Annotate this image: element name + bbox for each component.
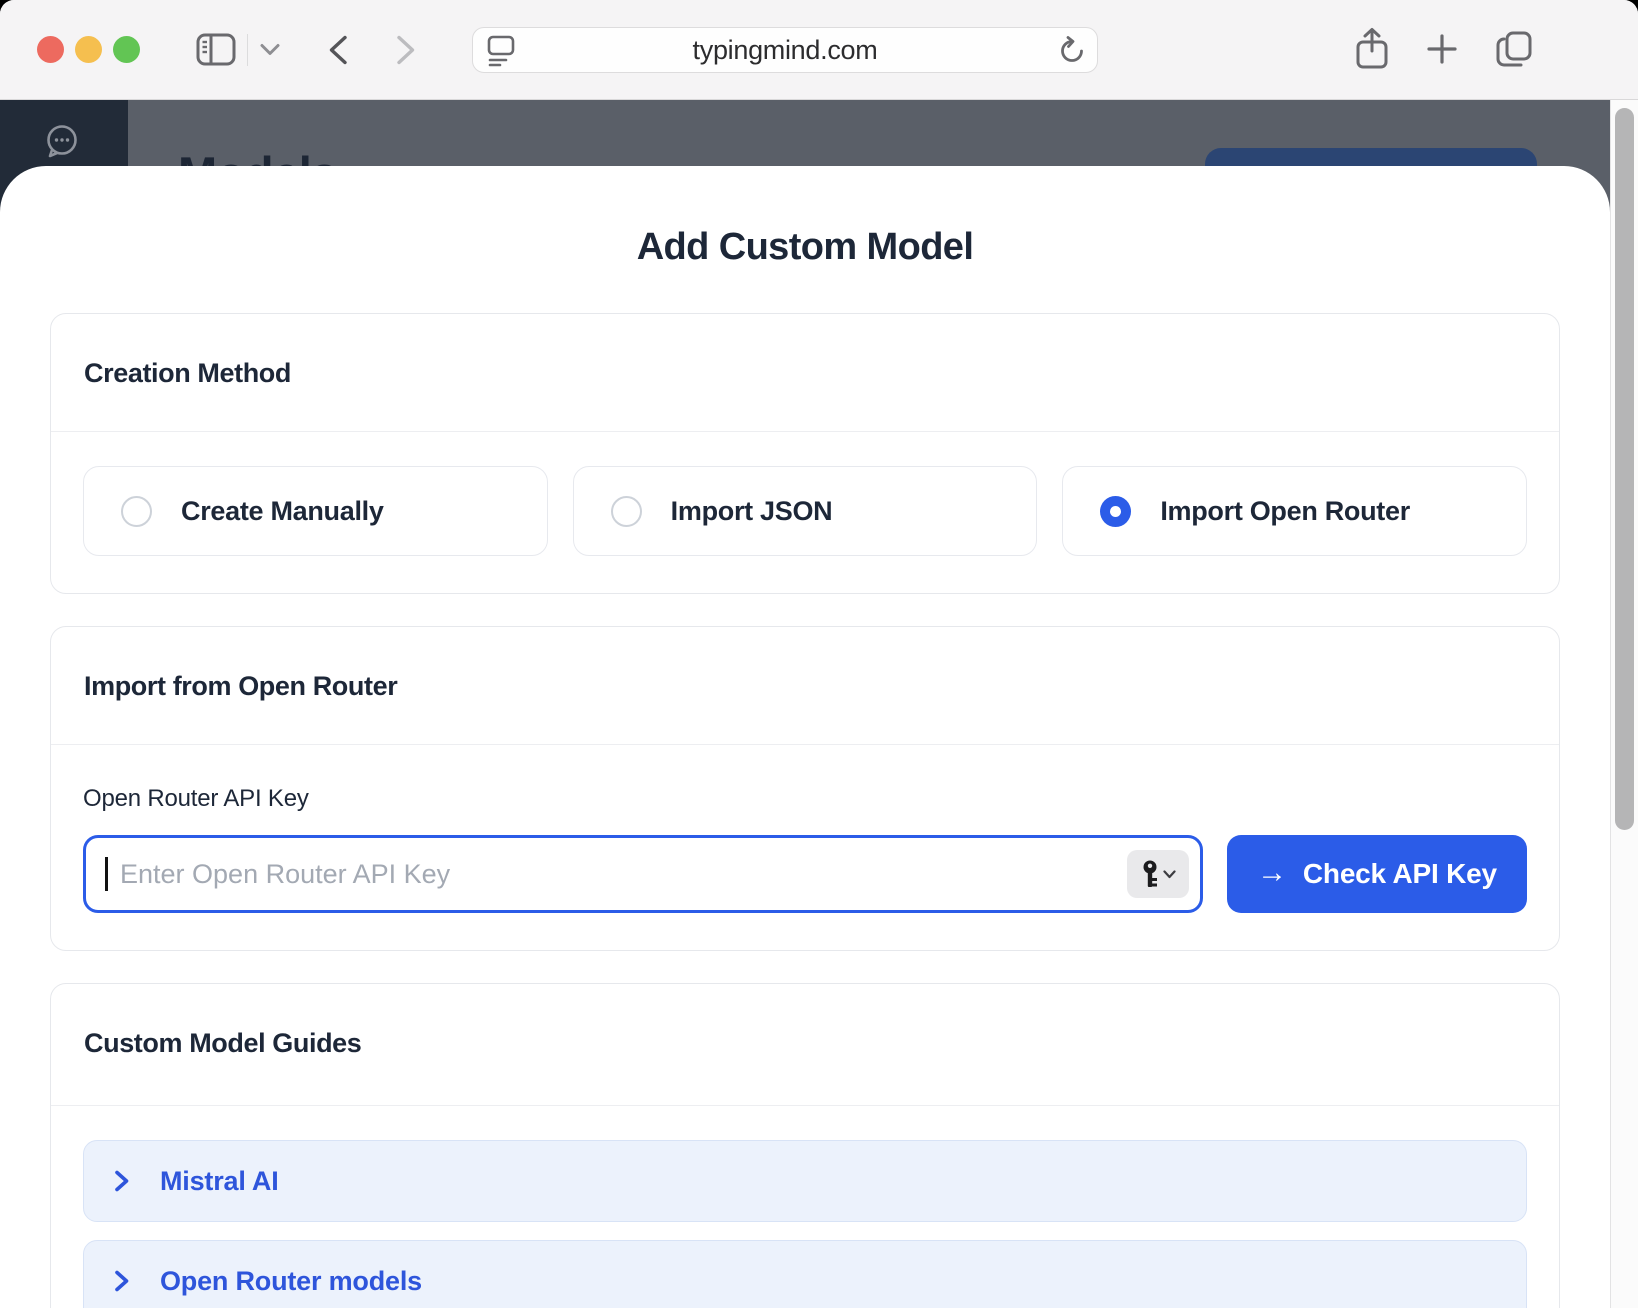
import-open-router-section: Import from Open Router Open Router API … [50,626,1560,951]
page-overlay: Models Add Custom Model Creation Method … [0,100,1638,1308]
chat-bubble-icon[interactable] [42,122,82,162]
radio-label: Import JSON [671,496,833,527]
scrollbar-thumb[interactable] [1615,108,1634,830]
arrow-right-icon: → [1257,856,1287,890]
api-key-input[interactable] [83,835,1203,913]
creation-method-section: Creation Method Create Manually Import J… [50,313,1560,594]
password-autofill-button[interactable] [1127,850,1189,898]
zoom-window-button[interactable] [113,36,140,63]
text-caret [105,857,108,891]
add-custom-model-dialog: Add Custom Model Creation Method Create … [0,166,1610,1308]
creation-method-options: Create Manually Import JSON Import Open … [83,466,1527,556]
new-tab-icon[interactable] [1426,33,1458,65]
api-key-field-wrap [83,835,1203,913]
chevron-down-icon[interactable] [260,43,280,56]
guide-label: Open Router models [160,1266,422,1297]
radio-create-manually[interactable]: Create Manually [83,466,548,556]
radio-circle-selected[interactable] [1100,496,1131,527]
share-icon[interactable] [1354,27,1390,71]
url-text: typingmind.com [693,35,878,66]
guide-label: Mistral AI [160,1166,279,1197]
guides-header: Custom Model Guides [51,984,1559,1106]
guide-open-router-models[interactable]: Open Router models [83,1240,1527,1308]
guides-heading: Custom Model Guides [84,1028,1526,1059]
creation-method-heading: Creation Method [84,358,1526,389]
check-api-key-button[interactable]: → Check API Key [1227,835,1527,913]
close-window-button[interactable] [37,36,64,63]
radio-circle-unselected[interactable] [611,496,642,527]
chevron-right-icon [114,1270,130,1292]
chevron-right-icon [114,1170,130,1192]
custom-model-guides-section: Custom Model Guides Mistral AI [50,983,1560,1308]
import-section-header: Import from Open Router [51,627,1559,745]
chevron-down-icon [1163,870,1176,879]
creation-method-header: Creation Method [51,314,1559,432]
browser-window: typingmind.com [0,0,1638,1308]
forward-icon[interactable] [395,35,417,65]
guide-mistral-ai[interactable]: Mistral AI [83,1140,1527,1222]
radio-circle-unselected[interactable] [121,496,152,527]
reload-icon[interactable] [1057,35,1087,67]
radio-label: Import Open Router [1160,496,1410,527]
import-section-heading: Import from Open Router [84,671,1526,702]
radio-import-open-router[interactable]: Import Open Router [1062,466,1527,556]
sidebar-toggle-icon[interactable] [196,33,236,66]
address-bar[interactable]: typingmind.com [472,27,1098,73]
radio-import-json[interactable]: Import JSON [573,466,1038,556]
check-api-key-label: Check API Key [1303,858,1497,890]
page-scrollbar[interactable] [1610,100,1638,1308]
minimize-window-button[interactable] [75,36,102,63]
toolbar-divider [247,34,248,66]
radio-label: Create Manually [181,496,384,527]
page-settings-icon[interactable] [487,35,515,67]
back-icon[interactable] [327,35,349,65]
dialog-title: Add Custom Model [0,166,1610,269]
api-key-label: Open Router API Key [83,785,1527,813]
browser-toolbar: typingmind.com [0,0,1638,100]
tab-overview-icon[interactable] [1495,30,1533,68]
key-icon [1140,859,1160,889]
